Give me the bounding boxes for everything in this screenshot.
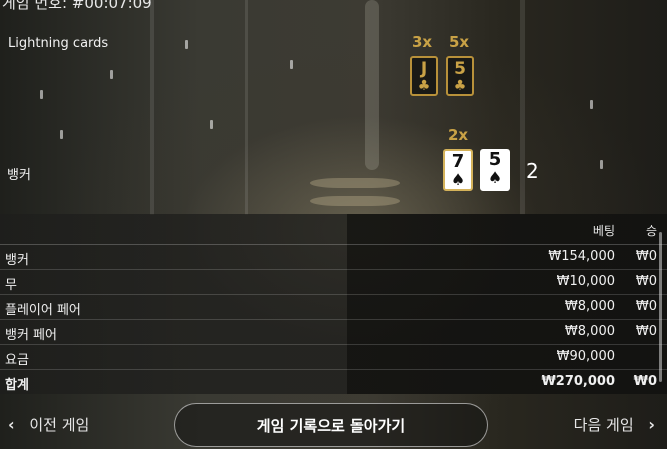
- back-to-history-label: 게임 기록으로 돌아가기: [256, 416, 406, 435]
- bg-light-strip: [150, 0, 154, 215]
- spade-icon: ♠: [450, 170, 466, 189]
- bet-type: 플레이어 페어: [5, 303, 81, 318]
- bg-light-dot: [600, 160, 603, 169]
- bg-light-dot: [210, 120, 213, 129]
- banker-card: 5 ♠: [480, 149, 510, 191]
- column-header-win: 승: [645, 224, 657, 238]
- table-total-row: 합계 ₩270,000 ₩0: [0, 370, 667, 394]
- win-amount: ₩0: [635, 299, 657, 314]
- bg-light-dot: [590, 100, 593, 109]
- card-rank: J: [420, 59, 428, 79]
- bet-amount: ₩154,000: [548, 249, 615, 264]
- bet-type: 무: [5, 278, 17, 293]
- table-row: 플레이어 페어 ₩8,000 ₩0: [0, 295, 667, 320]
- footer-nav: ‹ 이전 게임 게임 기록으로 돌아가기 다음 게임 ›: [0, 396, 667, 449]
- previous-game-button[interactable]: ‹ 이전 게임: [8, 414, 89, 435]
- next-game-label: 다음 게임: [573, 416, 634, 434]
- bet-amount: ₩8,000: [564, 299, 615, 314]
- card-rank: 5: [454, 59, 466, 79]
- bet-amount: ₩8,000: [564, 324, 615, 339]
- bg-light-dot: [60, 130, 63, 139]
- table-row: 무 ₩10,000 ₩0: [0, 270, 667, 295]
- next-game-button[interactable]: 다음 게임 ›: [574, 414, 655, 435]
- table-row: 뱅커 페어 ₩8,000 ₩0: [0, 320, 667, 345]
- bet-type: 뱅커: [5, 253, 29, 268]
- table-scrollbar[interactable]: [659, 232, 662, 382]
- bet-type: 뱅커 페어: [5, 328, 57, 343]
- banker-card-multiplier: 2x: [448, 126, 469, 144]
- chevron-left-icon: ‹: [8, 415, 15, 434]
- bet-type: 요금: [5, 353, 29, 368]
- table-header: 베팅 승: [0, 214, 667, 245]
- banker-score: 2: [526, 159, 539, 183]
- game-number: 게임 번호: #00:07:09: [2, 0, 152, 12]
- total-win-amount: ₩0: [633, 374, 657, 389]
- win-amount: ₩0: [635, 249, 657, 264]
- bets-table: 베팅 승 뱅커 ₩154,000 ₩0 무 ₩10,000 ₩0 플레이어 페어…: [0, 214, 667, 394]
- card-rank: 5: [488, 149, 502, 170]
- bg-coil-ring: [310, 196, 400, 206]
- lightning-card: J ♣: [410, 56, 438, 96]
- bg-light-dot: [110, 70, 113, 79]
- bg-light-dot: [290, 60, 293, 69]
- back-to-history-button[interactable]: 게임 기록으로 돌아가기: [174, 403, 488, 447]
- table-row: 뱅커 ₩154,000 ₩0: [0, 245, 667, 270]
- total-label: 합계: [5, 378, 29, 393]
- club-icon: ♣: [453, 78, 467, 94]
- bg-light-strip: [520, 0, 525, 215]
- lightning-multiplier: 3x: [412, 33, 433, 51]
- banker-card: 7 ♠: [443, 149, 473, 191]
- bg-light-dot: [40, 90, 43, 99]
- club-icon: ♣: [417, 78, 431, 94]
- bet-amount: ₩10,000: [556, 274, 615, 289]
- previous-game-label: 이전 게임: [29, 416, 90, 434]
- spade-icon: ♠: [487, 168, 503, 187]
- lightning-multiplier: 5x: [449, 33, 470, 51]
- bet-amount: ₩90,000: [556, 349, 615, 364]
- bg-light-strip: [245, 0, 248, 215]
- chevron-right-icon: ›: [648, 415, 655, 434]
- win-amount: ₩0: [635, 274, 657, 289]
- bg-neon-tube: [365, 0, 379, 170]
- card-rank: 7: [451, 151, 465, 172]
- win-amount: ₩0: [635, 324, 657, 339]
- bg-light-dot: [185, 40, 188, 49]
- table-row: 요금 ₩90,000: [0, 345, 667, 370]
- total-bet-amount: ₩270,000: [541, 374, 615, 389]
- banker-hand-label: 뱅커: [7, 168, 31, 183]
- lightning-cards-label: Lightning cards: [8, 36, 109, 51]
- lightning-card: 5 ♣: [446, 56, 474, 96]
- column-header-bet: 베팅: [592, 224, 615, 238]
- bg-coil-ring: [310, 178, 400, 188]
